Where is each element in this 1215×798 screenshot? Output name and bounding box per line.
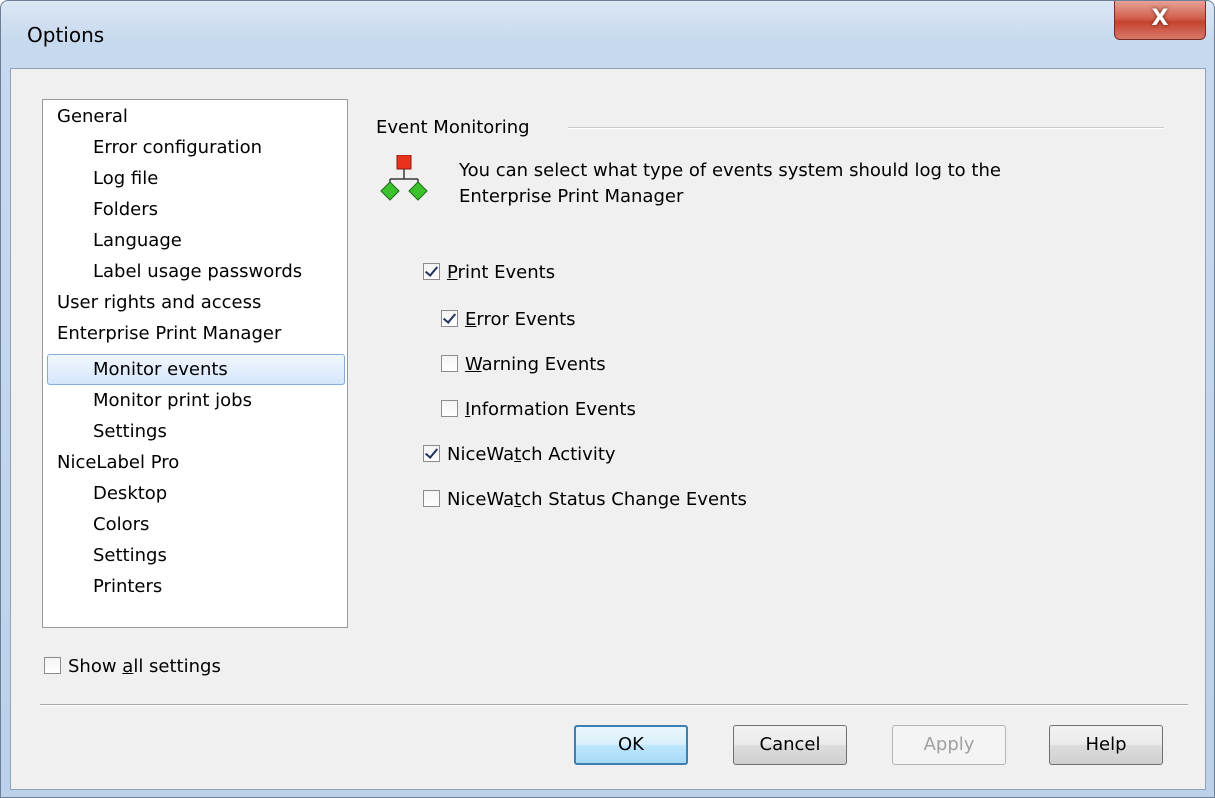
nicewatch-status-change-checkbox[interactable]: NiceWatch Status Change Events [423,487,747,513]
print-events-box[interactable] [423,263,440,280]
hierarchy-icon [380,155,428,201]
information-events-box[interactable] [441,400,458,417]
help-button[interactable]: Help [1049,725,1163,765]
tree-item-enterprise-print-manager[interactable]: Enterprise Print Manager [57,319,281,348]
warning-events-checkbox[interactable]: Warning Events [441,352,606,378]
nicewatch-status-label-post: ch Status Change Events [521,489,747,510]
print-events-checkbox[interactable]: Print Events [423,260,555,286]
error-events-box[interactable] [441,310,458,327]
ok-button[interactable]: OK [574,725,688,765]
warning-events-label-post: arning Events [481,354,606,375]
show-all-label-post: ll settings [133,656,221,677]
group-divider [568,127,1164,129]
tree-item-epm-settings[interactable]: Settings [93,417,167,446]
options-dialog: Options X General Error configuration Lo… [0,0,1215,798]
tree-item-desktop[interactable]: Desktop [93,479,167,508]
tree-item-language[interactable]: Language [93,226,182,255]
description-line-2: Enterprise Print Manager [459,186,684,207]
tree-item-label-usage-passwords[interactable]: Label usage passwords [93,257,302,286]
print-events-label-post: rint Events [457,262,556,283]
tree-item-folders[interactable]: Folders [93,195,158,224]
tree-item-user-rights[interactable]: User rights and access [57,288,261,317]
nicewatch-status-label-pre: NiceWa [447,489,515,510]
settings-tree[interactable]: General Error configuration Log file Fol… [42,99,348,628]
tree-item-monitor-print-jobs[interactable]: Monitor print jobs [93,386,252,415]
close-button[interactable]: X [1114,1,1206,40]
nicewatch-activity-checkbox[interactable]: NiceWatch Activity [423,442,616,468]
description-line-1: You can select what type of events syste… [459,160,1001,181]
error-events-label-post: rror Events [476,309,576,330]
warning-events-mnemonic: W [465,354,482,375]
button-separator [40,704,1188,706]
error-events-checkbox[interactable]: Error Events [441,307,576,333]
error-events-mnemonic: E [465,309,477,330]
window-title: Options [27,23,105,47]
tree-item-monitor-events[interactable]: Monitor events [93,355,228,384]
tree-item-colors[interactable]: Colors [93,510,149,539]
show-all-label-pre: Show [68,656,123,677]
information-events-checkbox[interactable]: Information Events [441,397,636,423]
tree-item-general[interactable]: General [57,102,128,131]
print-events-mnemonic: P [447,262,458,283]
event-monitoring-description: You can select what type of events syste… [459,158,1001,210]
nicewatch-activity-label-post: ch Activity [521,444,616,465]
tree-item-nicelabel-pro[interactable]: NiceLabel Pro [57,448,179,477]
information-events-label-post: nformation Events [470,399,636,420]
group-title-event-monitoring: Event Monitoring [376,117,530,138]
show-all-settings-box[interactable] [44,657,61,674]
tree-item-log-file[interactable]: Log file [93,164,158,193]
cancel-button[interactable]: Cancel [733,725,847,765]
nicewatch-status-change-box[interactable] [423,490,440,507]
show-all-settings-checkbox[interactable]: Show all settings [44,654,221,680]
apply-button[interactable]: Apply [892,725,1006,765]
nicewatch-activity-label-pre: NiceWa [447,444,515,465]
dialog-client-area: General Error configuration Log file Fol… [10,68,1206,790]
tree-item-printers[interactable]: Printers [93,572,162,601]
tree-item-error-configuration[interactable]: Error configuration [93,133,262,162]
tree-item-nicelabel-settings[interactable]: Settings [93,541,167,570]
show-all-mnemonic: a [122,656,134,677]
close-icon: X [1151,6,1169,31]
nicewatch-activity-box[interactable] [423,445,440,462]
warning-events-box[interactable] [441,355,458,372]
